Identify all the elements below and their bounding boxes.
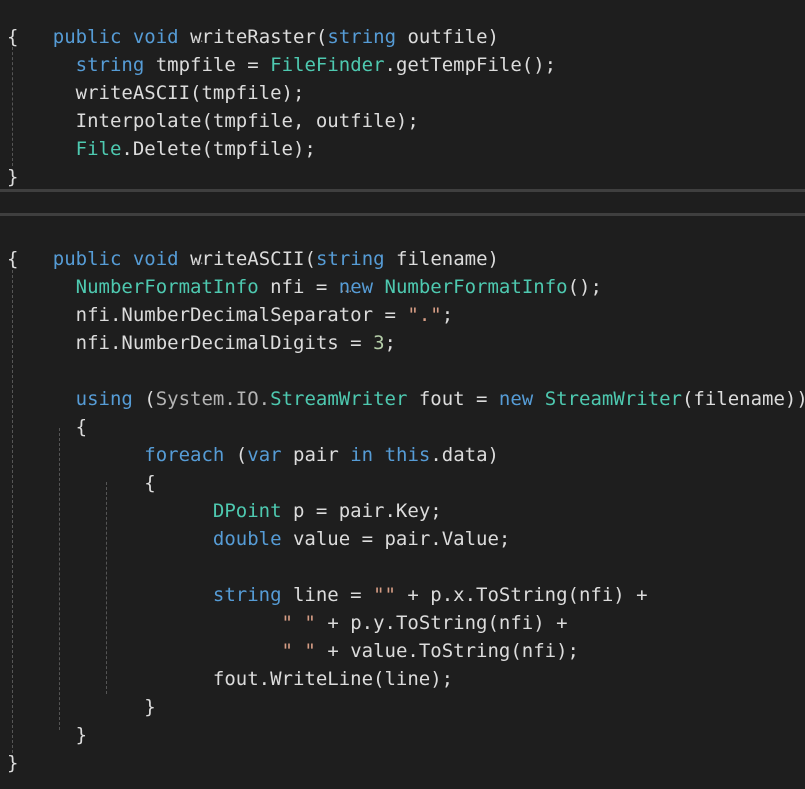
method-separator	[0, 189, 805, 192]
code-text: writeASCII(tmpfile);	[75, 82, 305, 104]
close-brace: }	[75, 724, 88, 746]
code-text: tmpfile =	[144, 54, 271, 76]
code-text: fout.WriteLine(line);	[212, 668, 454, 690]
keyword-string: string	[212, 584, 282, 606]
code-block-write-raster: public void writeRaster(string outfile) …	[0, 0, 805, 191]
code-text: (	[132, 388, 156, 410]
code-line: {	[0, 245, 805, 273]
code-line: nfi.NumberDecimalDigits = 3;	[0, 329, 805, 357]
code-line: }	[0, 163, 805, 191]
code-text: + value.ToString(nfi);	[315, 640, 579, 662]
code-line: foreach (var pair in this.data)	[0, 441, 805, 469]
close-brace: }	[7, 166, 19, 188]
open-brace: {	[7, 26, 19, 48]
code-text: ();	[567, 276, 602, 298]
code-line: File.Delete(tmpfile);	[0, 135, 805, 163]
code-text: line =	[281, 584, 374, 606]
keyword-this: this	[384, 444, 431, 466]
code-text: fout =	[407, 388, 499, 410]
code-text: pair	[281, 444, 351, 466]
code-text: nfi.NumberDecimalDigits =	[75, 332, 374, 354]
string-literal: "."	[407, 304, 442, 326]
code-text: .getTempFile();	[384, 54, 557, 76]
class-name[interactable]: StreamWriter	[545, 388, 682, 410]
code-text: nfi =	[258, 276, 339, 298]
code-text: (	[224, 444, 248, 466]
code-line: {	[0, 469, 805, 497]
code-text: value = pair.Value;	[281, 528, 511, 550]
code-block-write-ascii: public void writeASCII(string filename) …	[0, 220, 805, 777]
code-line: {	[0, 413, 805, 441]
number-literal: 3	[373, 332, 385, 354]
code-line: }	[0, 693, 805, 721]
method-signature-write-raster[interactable]: public void writeRaster(string outfile)	[0, 0, 805, 48]
code-line: " " + value.ToString(nfi);	[0, 637, 805, 665]
code-line: NumberFormatInfo nfi = new NumberFormatI…	[0, 273, 805, 301]
code-text: nfi.NumberDecimalSeparator =	[75, 304, 408, 326]
code-line: string line = "" + p.x.ToString(nfi) +	[0, 581, 805, 609]
code-line: " " + p.y.ToString(nfi) +	[0, 609, 805, 637]
code-line: {	[0, 23, 805, 51]
code-line: }	[0, 721, 805, 749]
code-text: .data)	[430, 444, 499, 466]
string-literal: " "	[281, 640, 316, 662]
method-signature-write-ascii[interactable]: public void writeASCII(string filename)	[0, 217, 805, 270]
code-text: ;	[384, 332, 396, 354]
code-line: using (System.IO.StreamWriter fout = new…	[0, 385, 805, 413]
code-line: nfi.NumberDecimalSeparator = ".";	[0, 301, 805, 329]
keyword-double: double	[212, 528, 282, 550]
close-brace: }	[144, 696, 156, 718]
code-text: .Delete(tmpfile);	[121, 138, 316, 160]
class-name[interactable]: StreamWriter	[270, 388, 407, 410]
code-text: Interpolate(tmpfile, outfile);	[75, 110, 419, 132]
open-brace: {	[75, 416, 88, 438]
code-line: }	[0, 749, 805, 777]
code-text: p = pair.Key;	[281, 500, 442, 522]
code-line: string tmpfile = FileFinder.getTempFile(…	[0, 51, 805, 79]
keyword-new: ew	[350, 276, 374, 298]
namespace: System.IO.	[155, 388, 271, 410]
code-text: + p.x.ToString(nfi) +	[395, 584, 648, 606]
open-brace: {	[7, 248, 19, 270]
keyword-new: new	[498, 388, 534, 410]
code-text: (filename))	[681, 388, 805, 410]
class-name[interactable]: FileFinder	[270, 54, 384, 76]
code-line: DPoint p = pair.Key;	[0, 497, 805, 525]
keyword-var: var	[247, 444, 282, 466]
close-brace: }	[7, 752, 19, 774]
code-line: double value = pair.Value;	[0, 525, 805, 553]
class-name[interactable]: NumberFormatInfo	[385, 276, 568, 298]
code-line: Interpolate(tmpfile, outfile);	[0, 107, 805, 135]
string-literal: " "	[281, 612, 316, 634]
string-literal: ""	[373, 584, 396, 606]
keyword-in: in	[350, 444, 374, 466]
type-keyword: string	[75, 54, 145, 76]
code-text: + p.y.ToString(nfi) +	[315, 612, 568, 634]
keyword-new-squiggle: n	[339, 276, 350, 298]
class-name[interactable]: NumberFormatInfo	[76, 276, 259, 298]
class-name[interactable]: File	[76, 138, 122, 160]
code-text: ;	[441, 304, 454, 326]
class-name[interactable]: DPoint	[213, 500, 282, 522]
method-separator	[0, 213, 805, 216]
keyword-using: using	[75, 388, 133, 410]
code-line: writeASCII(tmpfile);	[0, 79, 805, 107]
open-brace: {	[144, 472, 156, 494]
keyword-foreach: foreach	[144, 444, 225, 466]
code-line: fout.WriteLine(line);	[0, 665, 805, 693]
